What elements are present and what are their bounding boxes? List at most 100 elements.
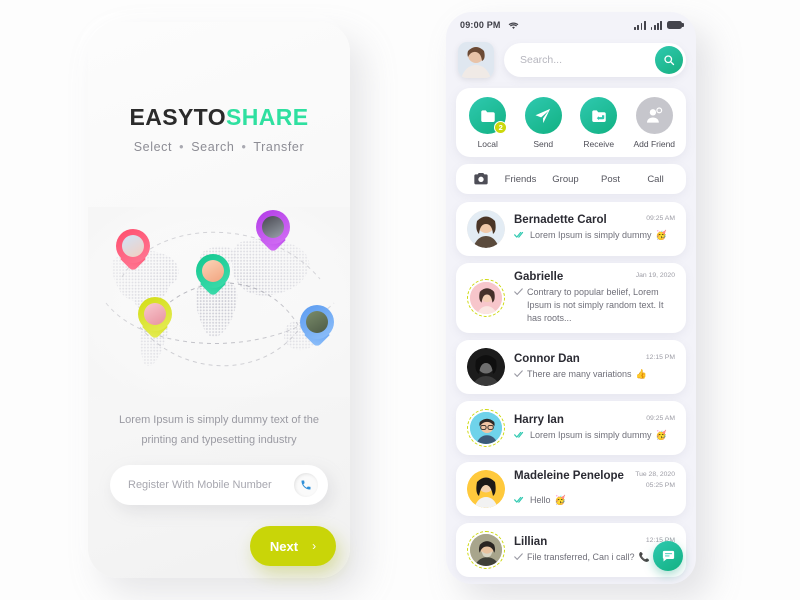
pin-avatar [262,216,284,238]
chat-message-text: Lorem Ipsum is simply dummy [530,429,652,440]
action-send[interactable]: Send [517,97,569,149]
onboarding-description: Lorem Ipsum is simply dummy text of the … [119,414,319,447]
tab-friends[interactable]: Friends [502,174,539,185]
chat-time: 12:15 PM [645,353,675,361]
status-right-icons [634,20,685,30]
double-check-icon [514,230,526,243]
chat-message-text: There are many variations [527,368,632,379]
status-time: 09:00 PM [460,20,501,30]
chat-time: Tue 28, 2020 05:25 PM [635,470,675,490]
single-check-icon [514,369,523,382]
search-button[interactable] [655,46,683,74]
chat-emoji: 👍 [635,368,647,379]
avatar [467,409,505,448]
logo-text-primary: EASYTO [129,104,227,130]
tagline-separator-2: • [241,140,247,154]
tabs-row: Friends Group Post Call [456,164,686,194]
chat-message-text: Contrary to popular belief, Lorem Ipsum … [527,287,664,324]
avatar [467,279,505,318]
chat-clock: 05:25 PM [645,481,675,489]
chat-time: 09:25 AM [646,215,675,223]
camera-icon[interactable] [468,172,494,186]
chat-message-text: Lorem Ipsum is simply dummy [530,230,652,241]
pin-avatar [122,235,144,257]
tab-group[interactable]: Group [547,174,584,185]
chat-list-item[interactable]: Madeleine Penelope Tue 28, 2020 05:25 PM [456,462,686,517]
add-person-icon [635,97,673,134]
wifi-icon [508,21,519,30]
chat-list-item[interactable]: Harry Ian 09:25 AM Lorem Ipsum is simply… [456,401,686,456]
chat-name: Harry Ian [514,413,564,426]
register-field-wrap[interactable] [110,465,328,505]
chat-body: Gabrielle Jan 19, 2020 Contrary to popul… [514,271,675,325]
chat-body: Madeleine Penelope Tue 28, 2020 05:25 PM [514,470,675,507]
action-receive-label: Receive [583,139,615,149]
double-check-icon [514,495,526,508]
tab-call[interactable]: Call [637,174,674,185]
chat-name: Lillian [514,535,548,548]
app-tagline: Select • Search • Transfer [88,140,350,154]
chat-emoji: 🥳 [554,494,566,505]
chat-preview: File transferred, Can i call? 📞 [514,551,675,565]
left-phone-screen: EASYTOSHARE Select • Search • Transfer L… [88,22,350,578]
chat-time: 09:25 AM [646,414,675,422]
chat-list-item[interactable]: Gabrielle Jan 19, 2020 Contrary to popul… [456,263,686,334]
signal-bars-icon-1 [634,20,646,30]
single-check-icon [514,552,523,565]
logo-text-accent: SHARE [226,104,309,130]
profile-thumbnail[interactable] [458,42,494,78]
chevron-right-icon: › [312,539,317,553]
chat-preview: Lorem Ipsum is simply dummy 🥳 [514,229,675,243]
action-add-friend[interactable]: Add Friend [628,97,680,149]
right-phone-screen: 09:00 PM Search... 2 Local Send Receive … [446,12,696,584]
chat-message-text: File transferred, Can i call? [527,551,635,562]
avatar [467,210,505,248]
chat-name: Bernadette Carol [514,214,607,227]
local-badge: 2 [494,121,508,134]
folder-receive-icon [580,97,618,134]
quick-actions-card: 2 Local Send Receive Add Friend [456,88,686,157]
chat-name: Madeleine Penelope [514,470,624,483]
chat-list-item[interactable]: Connor Dan 12:15 PM There are many varia… [456,340,686,395]
phone-icon[interactable] [294,473,318,497]
folder-icon: 2 [469,97,508,134]
search-box[interactable] [504,43,686,77]
action-receive[interactable]: Receive [573,97,625,149]
chat-body: Harry Ian 09:25 AM Lorem Ipsum is simply… [514,414,675,443]
map-pin-purple[interactable] [256,210,290,256]
avatar [467,470,505,509]
pin-avatar [202,260,224,282]
chat-name: Connor Dan [514,352,580,365]
search-input[interactable] [520,54,655,66]
chat-body: Bernadette Carol 09:25 AM Lorem Ipsum is… [514,214,675,243]
status-bar: 09:00 PM [446,12,696,38]
chat-body: Connor Dan 12:15 PM There are many varia… [514,353,675,382]
chat-preview: Contrary to popular belief, Lorem Ipsum … [514,286,675,325]
register-mobile-input[interactable] [128,479,294,491]
tagline-item-search: Search [191,140,235,154]
chat-name: Gabrielle [514,271,564,283]
chat-time: Jan 19, 2020 [635,272,675,279]
action-local[interactable]: 2 Local [462,97,514,149]
map-pin-blue[interactable] [300,305,334,351]
chat-bubble-icon[interactable] [653,541,683,571]
tagline-item-select: Select [133,140,173,154]
next-button[interactable]: Next › [250,526,336,566]
chat-preview: There are many variations 👍 [514,368,675,382]
chat-list-item[interactable]: Lillian 12:15 PM File transferred, Can i… [456,523,686,578]
chat-date: Tue 28, 2020 [635,471,675,479]
search-row [446,38,696,78]
chat-list-item[interactable]: Bernadette Carol 09:25 AM Lorem Ipsum is… [456,202,686,256]
action-send-label: Send [533,139,554,149]
tagline-item-transfer: Transfer [253,140,305,154]
map-pin-pink[interactable] [116,229,150,275]
map-pin-green[interactable] [196,254,230,300]
map-pin-lime[interactable] [138,297,172,343]
tab-post[interactable]: Post [592,174,629,185]
single-check-icon [514,287,523,300]
battery-icon [667,21,685,29]
tagline-separator-1: • [179,140,185,154]
pin-avatar [144,303,166,325]
chat-emoji: 📞 [638,551,650,562]
chat-preview: Hello 🥳 [514,494,675,508]
